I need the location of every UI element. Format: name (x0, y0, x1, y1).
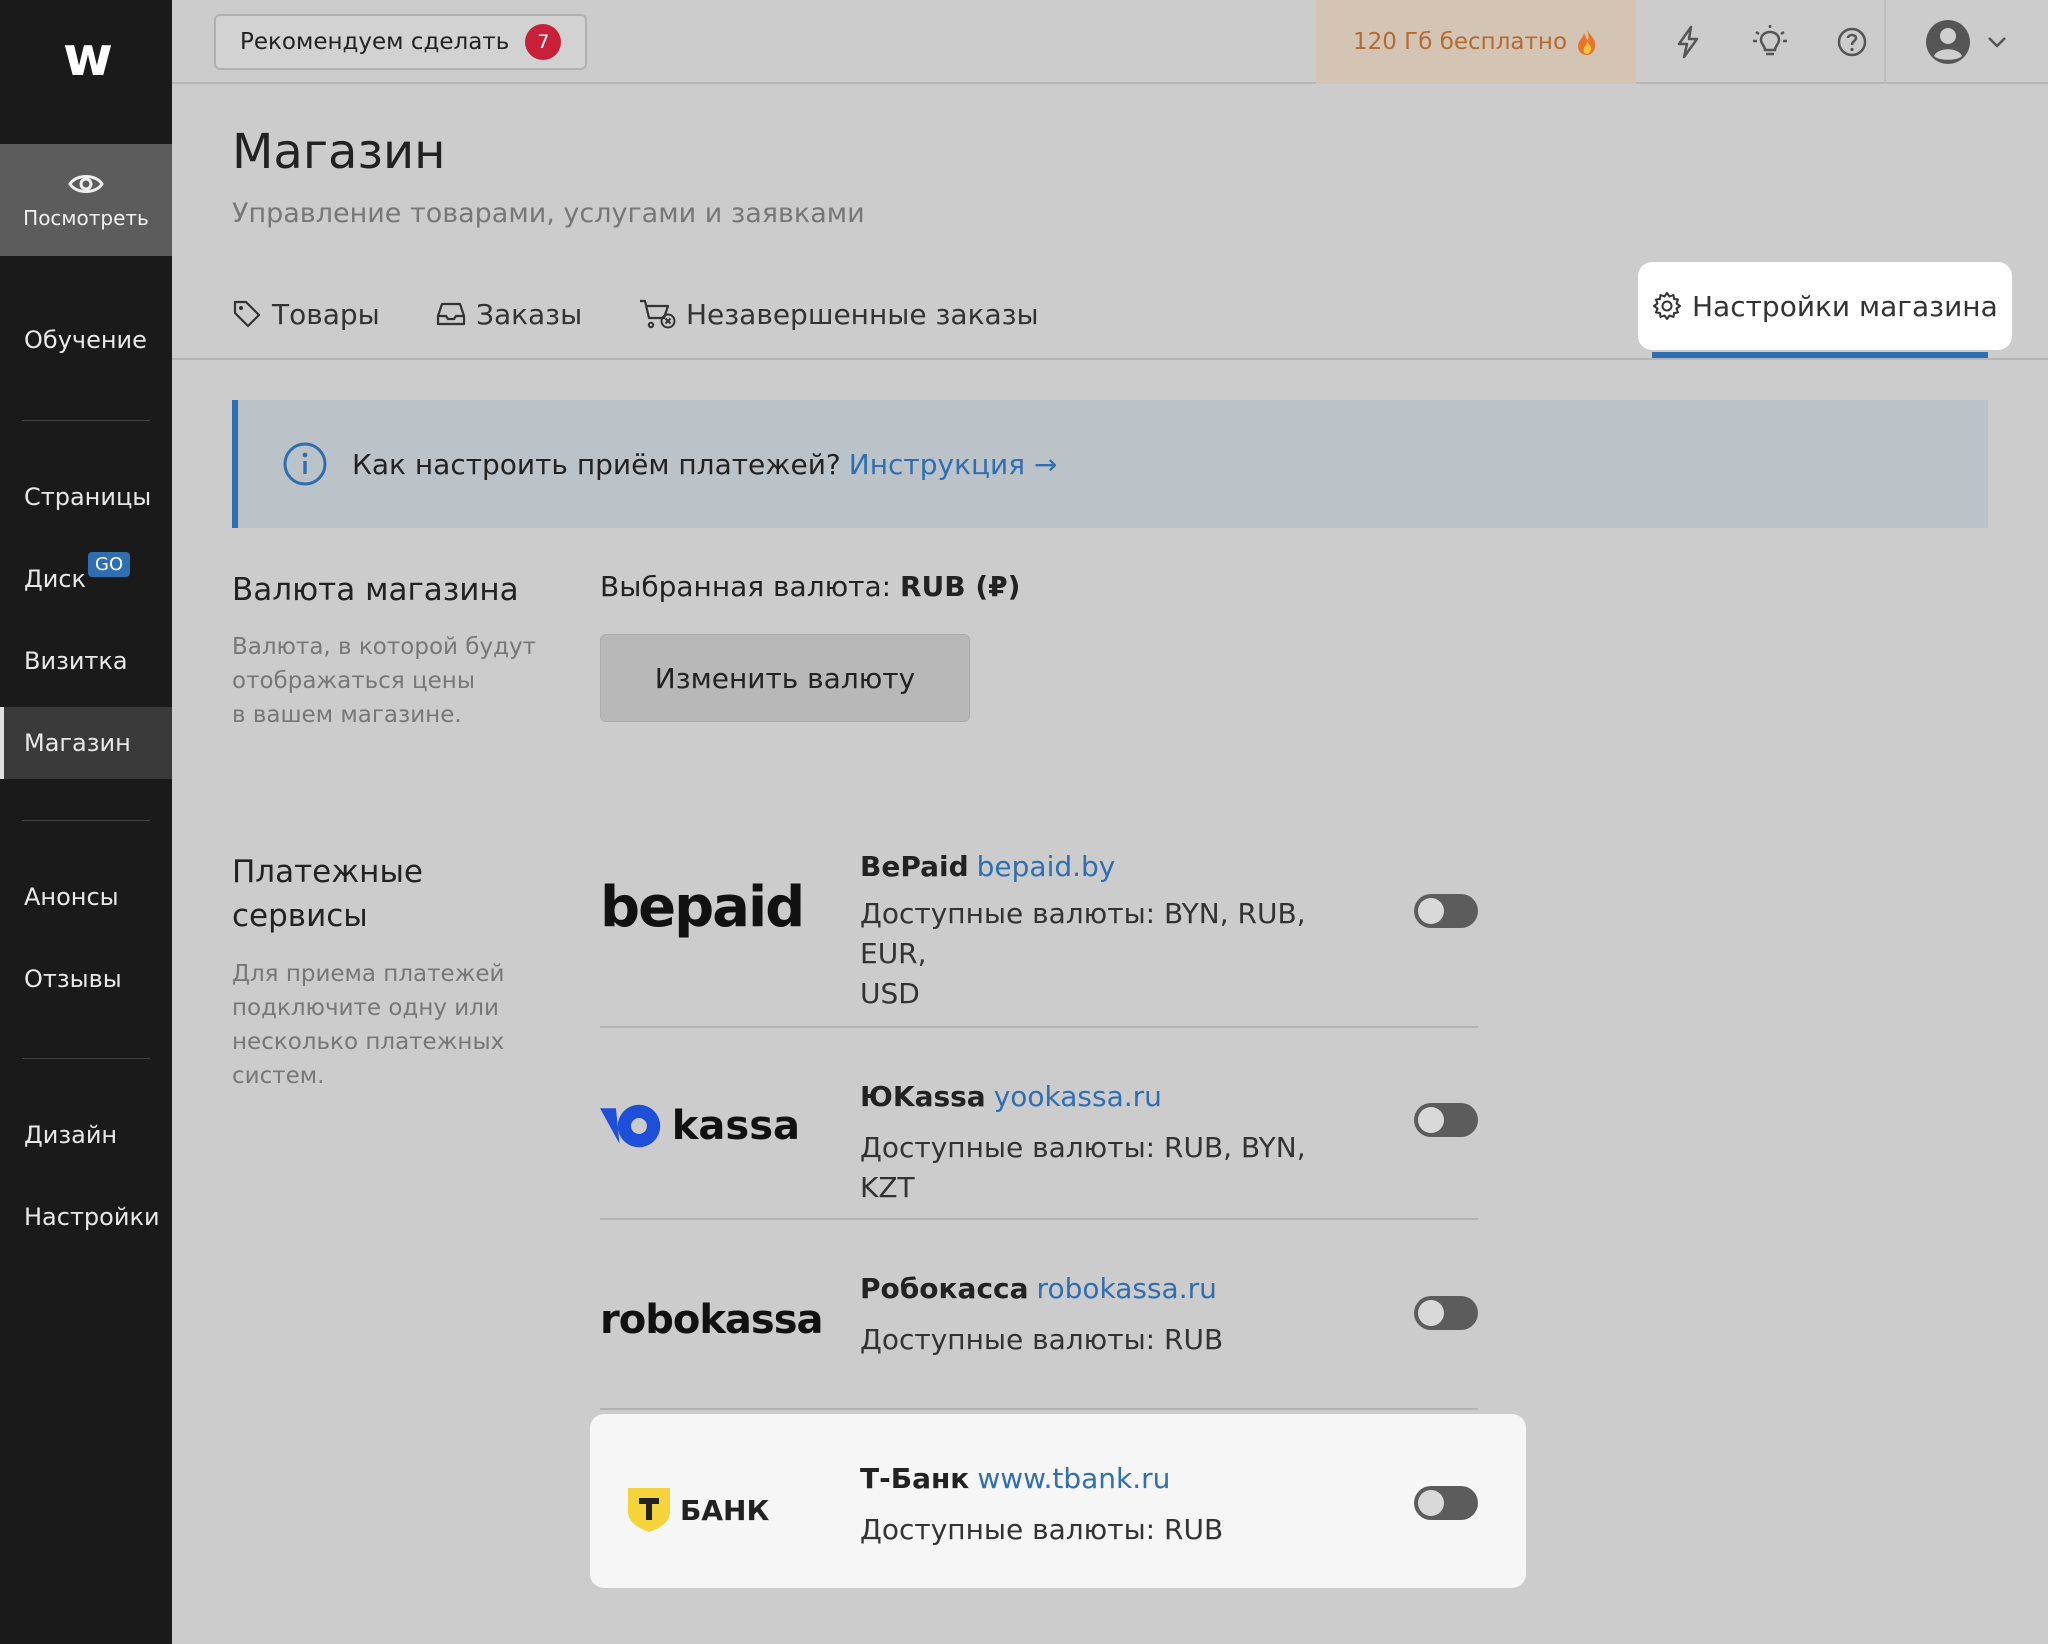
tab-orders[interactable]: Заказы (436, 284, 582, 344)
currency-section-description: Валюта, в которой будут отображаться цен… (232, 634, 536, 728)
info-banner-text: Как настроить приём платежей? (352, 447, 841, 481)
recommend-label: Рекомендуем сделать (240, 29, 510, 55)
sidebar-divider (22, 420, 150, 421)
tbank-toggle[interactable] (1414, 1486, 1478, 1520)
yookassa-logo: kassa (600, 1096, 800, 1156)
recommend-count-badge: 7 (525, 24, 562, 60)
bulb-icon[interactable] (1748, 20, 1792, 64)
bepaid-toggle[interactable] (1414, 894, 1478, 928)
selected-currency-value: RUB (₽) (899, 570, 1021, 603)
sidebar-item-settings[interactable]: Настройки (0, 1181, 172, 1253)
sidebar-item-reviews[interactable]: Отзывы (0, 943, 172, 1015)
robokassa-toggle[interactable] (1414, 1296, 1478, 1330)
sidebar-item-announcements[interactable]: Анонсы (0, 861, 172, 933)
topbar-divider (1884, 0, 1886, 84)
provider-yookassa: kassa ЮKassa yookassa.ru Доступные валюты… (600, 1080, 1478, 1204)
preview-label: Посмотреть (23, 206, 149, 230)
preview-button[interactable]: Посмотреть (0, 144, 172, 256)
provider-currencies: Доступные валюты: BYN, RUB, EUR, USD (860, 897, 1306, 1010)
gear-icon (1653, 292, 1681, 320)
free-storage-label: 120 Гб бесплатно (1352, 29, 1568, 55)
user-menu[interactable] (1924, 18, 2008, 66)
sidebar-divider (22, 1058, 150, 1059)
provider-link[interactable]: robokassa.ru (1037, 1272, 1217, 1305)
provider-link[interactable]: yookassa.ru (994, 1080, 1162, 1113)
provider-currencies: Доступные валюты: RUB, BYN, KZT (860, 1131, 1306, 1204)
tab-incomplete-orders[interactable]: Незавершенные заказы (638, 284, 1039, 344)
sidebar-divider (22, 820, 150, 821)
eye-icon (68, 175, 104, 193)
tab-shop-settings[interactable]: Настройки магазина (1638, 262, 2012, 350)
help-icon[interactable] (1830, 20, 1874, 64)
tab-products[interactable]: Товары (232, 284, 380, 344)
robokassa-logo: robokassa (600, 1297, 824, 1343)
page-title: Магазин (232, 124, 446, 180)
active-tab-indicator (1652, 352, 1988, 358)
page-subtitle: Управление товарами, услугами и заявками (232, 198, 865, 229)
tray-icon (436, 302, 466, 326)
provider-link[interactable]: bepaid.by (977, 850, 1116, 883)
lightning-icon[interactable] (1666, 20, 1710, 64)
avatar-icon (1926, 20, 1970, 64)
provider-bepaid: bepaid BePaid bepaid.by Доступные валюты:… (600, 850, 1478, 1020)
tbank-shield-icon (628, 1488, 670, 1532)
chevron-down-icon (1988, 37, 2006, 48)
currency-section-title: Валюта магазина (232, 572, 519, 608)
sidebar-item-card[interactable]: Визитка (0, 625, 172, 697)
cart-x-icon (640, 299, 676, 329)
tbank-logo: БАНК (626, 1480, 826, 1540)
provider-name-line: ЮKassa yookassa.ru (860, 1080, 1162, 1113)
sidebar-item-pages[interactable]: Страницы (0, 461, 172, 533)
provider-currencies: Доступные валюты: RUB (860, 1323, 1224, 1356)
bepaid-logo: bepaid (600, 874, 805, 940)
payments-section-title: Платежные сервисы (232, 854, 423, 934)
selected-currency: Выбранная валюта: RUB (₽) (600, 570, 1021, 603)
top-bar: Рекомендуем сделать 7 120 Гб бесплатно (172, 0, 2048, 84)
sidebar-item-design[interactable]: Дизайн (0, 1099, 172, 1171)
info-icon (283, 442, 327, 486)
provider-name-line: BePaid bepaid.by (860, 850, 1116, 883)
provider-divider (600, 1218, 1478, 1220)
payments-info-banner: Как настроить приём платежей? Инструкция… (232, 400, 1988, 528)
sidebar-item-shop[interactable]: Магазин (0, 707, 172, 779)
free-storage-promo[interactable]: 120 Гб бесплатно (1316, 0, 1636, 84)
sidebar: w Посмотреть Обучение Страницы Диск GO В… (0, 0, 172, 1644)
go-badge: GO (88, 552, 131, 577)
fire-icon (1578, 29, 1596, 55)
yookassa-toggle[interactable] (1414, 1103, 1478, 1137)
provider-divider (600, 1408, 1478, 1410)
tabs-bar: Товары Заказы Незавершенные заказы Настр… (172, 260, 2048, 360)
sidebar-item-learning[interactable]: Обучение (0, 304, 172, 376)
provider-tbank: БАНК Т-Банк www.tbank.ru Доступные валюты… (600, 1462, 1478, 1572)
change-currency-button[interactable]: Изменить валюту (600, 634, 970, 722)
provider-divider (600, 1026, 1478, 1028)
app-logo[interactable]: w (0, 0, 172, 124)
provider-name-line: Робокасса robokassa.ru (860, 1272, 1217, 1305)
provider-name-line: Т-Банк www.tbank.ru (860, 1462, 1171, 1495)
recommend-button[interactable]: Рекомендуем сделать 7 (214, 14, 588, 70)
payments-section-description: Для приема платежей подключите одну или … (232, 961, 505, 1089)
sidebar-item-disk[interactable]: Диск (0, 543, 172, 615)
yookassa-mark-icon (600, 1104, 661, 1148)
provider-robokassa: robokassa Робокасса robokassa.ru Доступны… (600, 1272, 1478, 1382)
provider-currencies: Доступные валюты: RUB (860, 1513, 1224, 1546)
tag-icon (233, 300, 261, 328)
instruction-link[interactable]: Инструкция → (849, 448, 1058, 481)
provider-link[interactable]: www.tbank.ru (977, 1462, 1170, 1495)
